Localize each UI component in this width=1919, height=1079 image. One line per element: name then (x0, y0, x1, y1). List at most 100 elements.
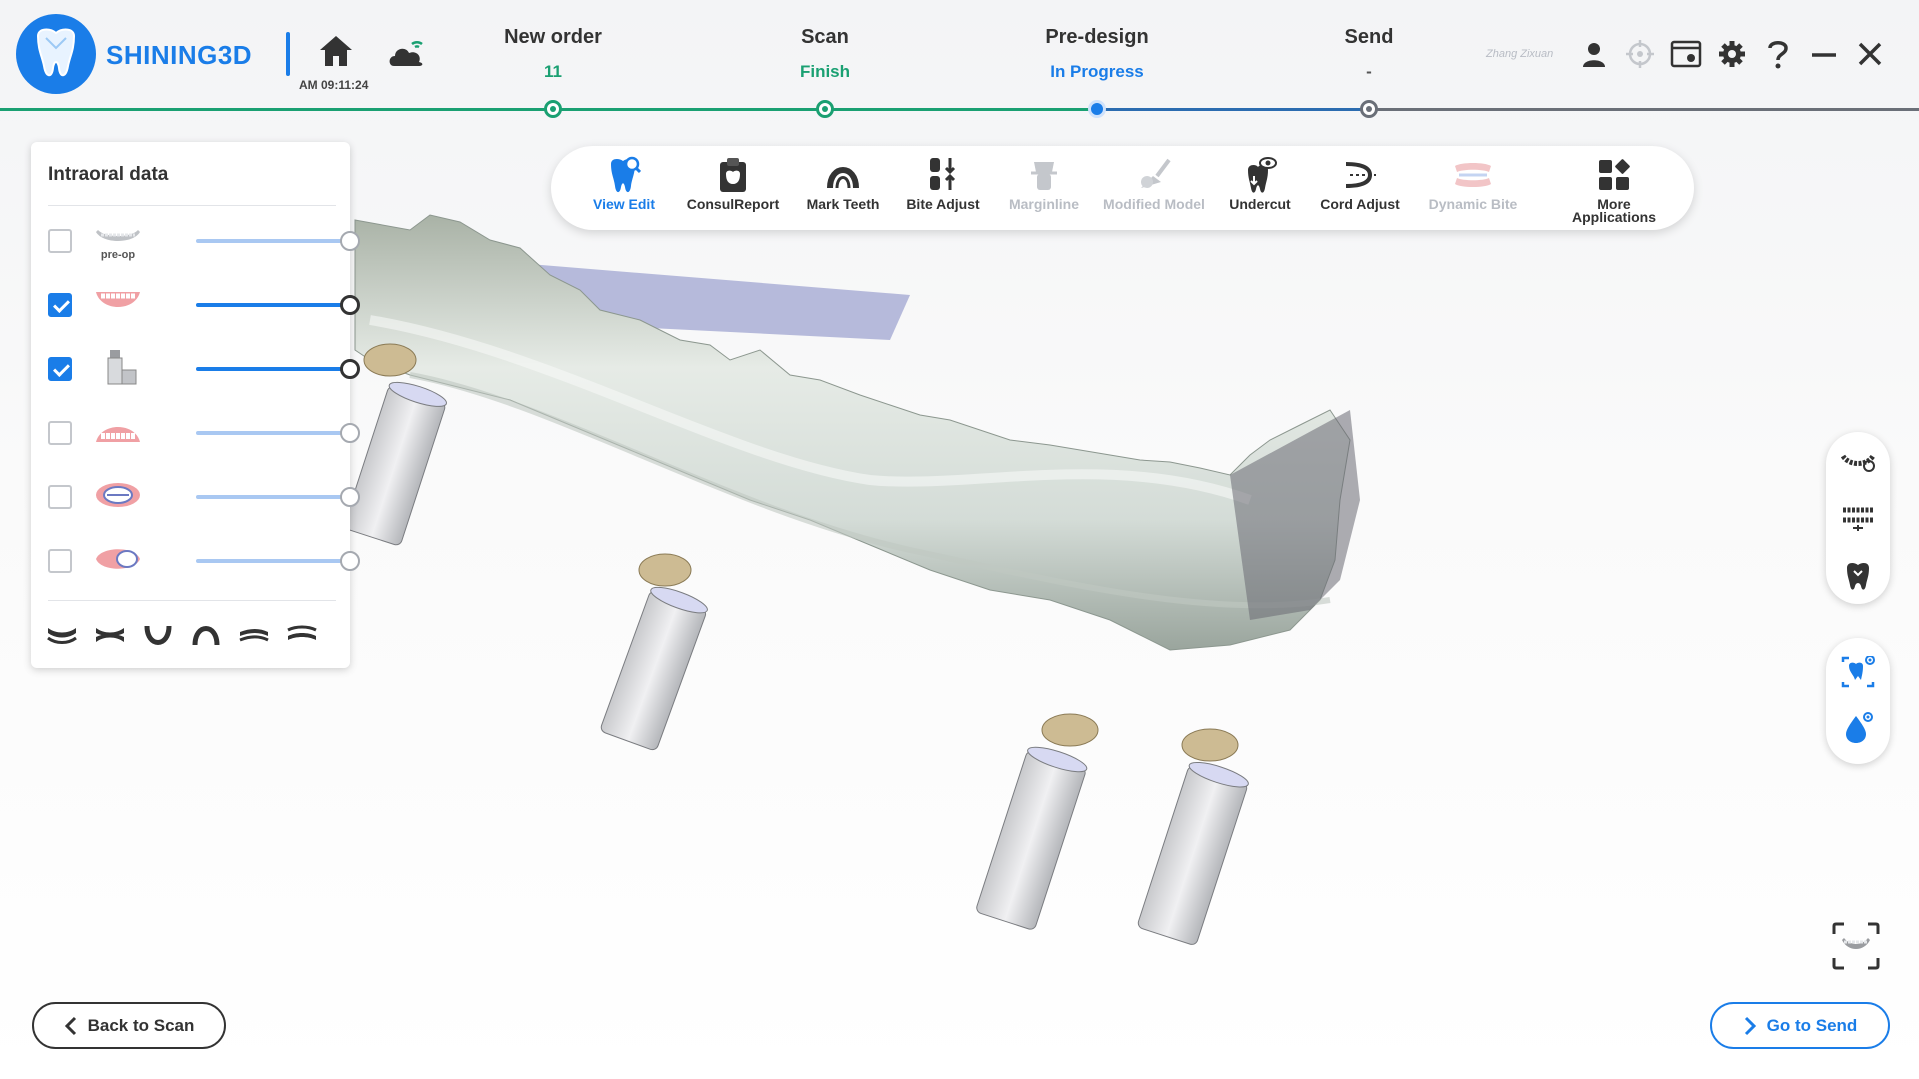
minimize-icon[interactable] (1808, 38, 1840, 70)
opacity-slider[interactable] (196, 359, 360, 379)
step-send: Send - (1259, 26, 1479, 82)
tool-more-applications[interactable]: More Applications (1554, 154, 1674, 226)
implant-4 (1137, 728, 1249, 945)
step-node-send[interactable] (1360, 100, 1378, 118)
slider-knob[interactable] (340, 423, 360, 443)
tool-label: Bite Adjust (906, 196, 980, 212)
data-row-pre-op: pre-op (48, 215, 360, 263)
back-to-scan-button[interactable]: Back to Scan (32, 1002, 226, 1049)
chevron-right-icon (1744, 1016, 1756, 1035)
tool-modified-model[interactable]: Modified Model (1099, 154, 1209, 226)
step-node-scan[interactable] (816, 100, 834, 118)
slider-knob[interactable] (340, 487, 360, 507)
view-back-icon[interactable] (189, 620, 223, 650)
help-icon[interactable] (1762, 38, 1794, 70)
step-status: - (1366, 62, 1372, 81)
pre-op-label: pre-op (100, 249, 136, 261)
tool-view-edit[interactable]: View Edit (569, 154, 679, 226)
user-name: Zhang Zixuan (1486, 48, 1554, 60)
user-icon[interactable] (1578, 38, 1610, 70)
tool-mark-teeth[interactable]: Mark Teeth (788, 154, 898, 226)
slider-knob[interactable] (340, 295, 360, 315)
tool-marginline[interactable]: Marginline (989, 154, 1099, 226)
checkbox-occlusion[interactable] (48, 549, 72, 573)
slider-knob[interactable] (340, 359, 360, 379)
data-row-upper-jaw (48, 279, 360, 327)
checkbox-pre-op[interactable] (48, 229, 72, 253)
opacity-slider[interactable] (196, 487, 360, 507)
brand-name: SHINING3D (106, 40, 253, 70)
tool-dynamic-bite[interactable]: Dynamic Bite (1408, 154, 1538, 226)
clock-time: AM 09:11:24 (299, 78, 369, 92)
tool-label: ConsulReport (686, 196, 780, 212)
lower-jaw-icon (88, 411, 148, 451)
side-toolbar-view (1826, 432, 1890, 604)
screenshot-icon[interactable] (1670, 38, 1702, 70)
tool-consulreport[interactable]: ConsulReport (678, 154, 788, 226)
tooth-toggle-icon[interactable] (1826, 548, 1890, 604)
step-pre-design: Pre-design In Progress (987, 26, 1207, 82)
undercut-icon (1248, 157, 1277, 193)
tool-label: Marginline (1008, 196, 1079, 212)
tooth-logo-icon (36, 28, 76, 77)
marginline-icon (1031, 162, 1057, 190)
tool-label: Modified Model (1103, 196, 1205, 212)
lower-arch-toggle-icon[interactable] (1826, 436, 1890, 492)
tooth-eye-icon[interactable] (1826, 644, 1890, 700)
step-node-pre-design[interactable] (1088, 100, 1106, 118)
tool-label: Undercut (1229, 196, 1291, 212)
tool-cord-adjust[interactable]: Cord Adjust (1305, 154, 1415, 226)
close-icon[interactable] (1854, 38, 1886, 70)
dynamic-bite-icon (1455, 163, 1491, 187)
panel-title: Intraoral data (48, 164, 169, 185)
back-button-label: Back to Scan (87, 1015, 195, 1035)
cloud-wifi-icon[interactable] (386, 36, 426, 75)
step-title: New order (504, 26, 602, 48)
opacity-slider[interactable] (196, 295, 360, 315)
water-drop-icon[interactable] (1826, 700, 1890, 756)
tool-undercut[interactable]: Undercut (1205, 154, 1315, 226)
brand-divider (286, 32, 290, 76)
view-front-icon[interactable] (141, 620, 175, 650)
step-status: Finish (799, 62, 851, 81)
modified-model-icon (1141, 158, 1171, 188)
checkbox-lower-jaw[interactable] (48, 421, 72, 445)
opacity-slider[interactable] (196, 423, 360, 443)
progress-line-pending (1369, 108, 1919, 111)
step-status: In Progress (1050, 62, 1144, 81)
panel-divider (48, 205, 336, 206)
checkbox-upper-jaw[interactable] (48, 293, 72, 317)
step-status: 11 (544, 62, 562, 81)
tool-label: View Edit (593, 196, 655, 212)
both-arches-toggle-icon[interactable] (1826, 492, 1890, 548)
tool-label: More Applications (1554, 197, 1674, 225)
fit-view-icon[interactable] (1832, 922, 1880, 970)
logo (16, 14, 96, 94)
data-row-bite (48, 471, 360, 519)
more-apps-icon (1599, 159, 1630, 190)
3d-model-view[interactable] (343, 200, 1630, 960)
tool-bite-adjust[interactable]: Bite Adjust (888, 154, 998, 226)
settings-gear-icon[interactable] (1716, 38, 1748, 70)
home-icon[interactable] (318, 34, 354, 73)
target-icon[interactable] (1624, 38, 1656, 70)
checkbox-bite[interactable] (48, 485, 72, 509)
opacity-slider[interactable] (196, 231, 360, 251)
step-title: Send (1344, 26, 1394, 48)
view-both-icon[interactable] (93, 620, 127, 650)
data-row-occlusion (48, 535, 360, 583)
step-title: Pre-design (1045, 26, 1149, 48)
slider-knob[interactable] (340, 551, 360, 571)
go-to-send-button[interactable]: Go to Send (1710, 1002, 1890, 1049)
data-row-scan-body (48, 343, 360, 391)
step-new-order: New order 11 (443, 26, 663, 82)
step-node-new-order[interactable] (544, 100, 562, 118)
view-right-icon[interactable] (285, 620, 319, 650)
opacity-slider[interactable] (196, 551, 360, 571)
checkbox-scan-body[interactable] (48, 357, 72, 381)
slider-knob[interactable] (340, 231, 360, 251)
view-left-icon[interactable] (237, 620, 271, 650)
tool-label-line2: Applications (1571, 209, 1656, 225)
view-upper-icon[interactable] (45, 620, 79, 650)
occlusion-icon (88, 539, 148, 579)
